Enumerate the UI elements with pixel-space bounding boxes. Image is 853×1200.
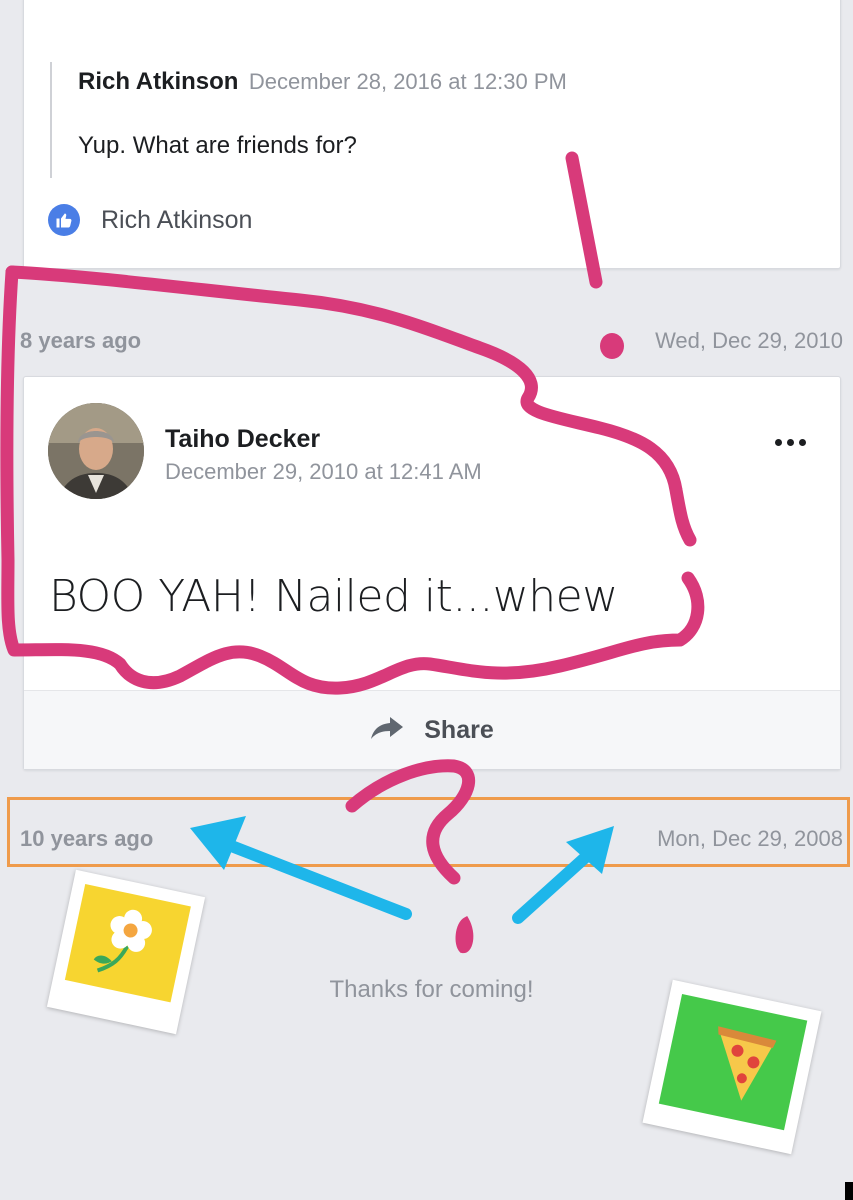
post-card: Taiho Decker December 29, 2010 at 12:41 … [23, 376, 841, 770]
post-timestamp[interactable]: December 29, 2010 at 12:41 AM [165, 459, 482, 485]
comment-card: Rich Atkinson December 28, 2016 at 12:30… [23, 0, 841, 269]
reply-header: Rich Atkinson December 28, 2016 at 12:30… [78, 68, 567, 96]
more-options-icon[interactable] [775, 439, 806, 446]
reply-author[interactable]: Rich Atkinson [78, 68, 238, 95]
highlight-box [7, 797, 850, 867]
post-author[interactable]: Taiho Decker [165, 425, 320, 454]
flower-polaroid [46, 869, 206, 1035]
share-label: Share [424, 715, 494, 744]
dot [799, 439, 806, 446]
corner-mark [845, 1182, 853, 1200]
share-arrow-icon [370, 716, 404, 745]
memory-date-row: 8 years ago Wed, Dec 29, 2010 [0, 320, 853, 360]
dot [775, 439, 782, 446]
reply-text: Yup. What are friends for? [78, 132, 357, 159]
reply-timestamp[interactable]: December 28, 2016 at 12:30 PM [249, 69, 567, 94]
years-ago-label: 8 years ago [20, 328, 142, 353]
reply-thread: Rich Atkinson December 28, 2016 at 12:30… [50, 62, 778, 178]
memory-date: Wed, Dec 29, 2010 [655, 328, 843, 353]
avatar[interactable] [48, 403, 144, 499]
dot [787, 439, 794, 446]
post-text: BOO YAH! Nailed it...whew [49, 571, 618, 622]
pizza-icon [658, 994, 808, 1131]
share-button[interactable]: Share [24, 690, 840, 769]
thumbs-up-icon [48, 204, 80, 236]
like-summary[interactable]: Rich Atkinson [48, 204, 252, 236]
pizza-polaroid [642, 979, 822, 1155]
liked-by-name[interactable]: Rich Atkinson [101, 206, 252, 235]
